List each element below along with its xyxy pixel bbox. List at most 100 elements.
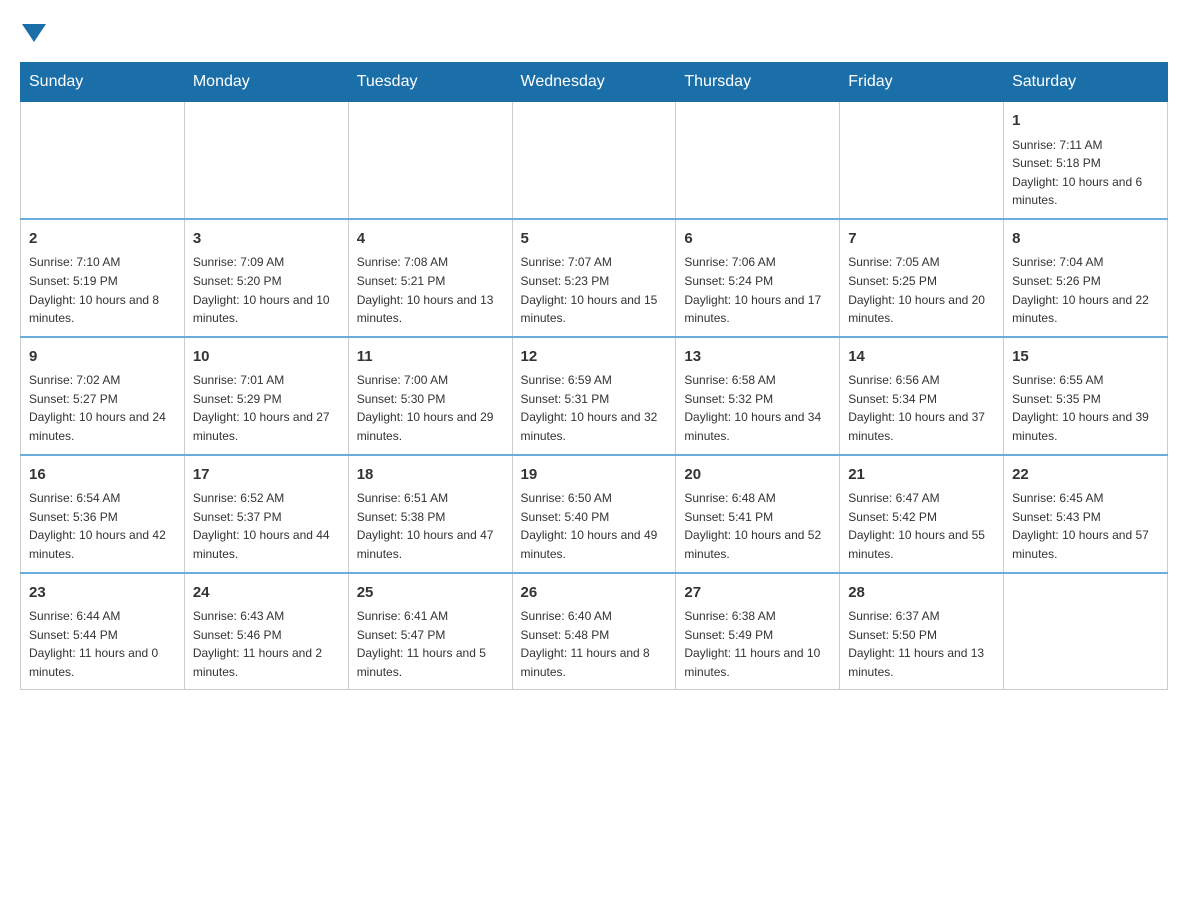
- day-info: Sunrise: 6:43 AM Sunset: 5:46 PM Dayligh…: [193, 607, 340, 681]
- day-number: 17: [193, 464, 340, 487]
- calendar-cell: [1004, 573, 1168, 690]
- day-number: 11: [357, 346, 504, 369]
- calendar-cell: [676, 102, 840, 219]
- calendar-cell: 25Sunrise: 6:41 AM Sunset: 5:47 PM Dayli…: [348, 573, 512, 690]
- calendar-cell: 1 Sunrise: 7:11 AM Sunset: 5:18 PM Daylig…: [1004, 102, 1168, 219]
- calendar-cell: [348, 102, 512, 219]
- calendar-cell: 20Sunrise: 6:48 AM Sunset: 5:41 PM Dayli…: [676, 455, 840, 573]
- calendar-cell: 12Sunrise: 6:59 AM Sunset: 5:31 PM Dayli…: [512, 337, 676, 455]
- week-row-1: 1 Sunrise: 7:11 AM Sunset: 5:18 PM Daylig…: [21, 102, 1168, 219]
- week-row-5: 23Sunrise: 6:44 AM Sunset: 5:44 PM Dayli…: [21, 573, 1168, 690]
- calendar-cell: 7Sunrise: 7:05 AM Sunset: 5:25 PM Daylig…: [840, 219, 1004, 337]
- day-number: 18: [357, 464, 504, 487]
- day-info: Sunrise: 7:06 AM Sunset: 5:24 PM Dayligh…: [684, 253, 831, 327]
- calendar-cell: 18Sunrise: 6:51 AM Sunset: 5:38 PM Dayli…: [348, 455, 512, 573]
- day-number: 28: [848, 582, 995, 605]
- calendar-cell: 8Sunrise: 7:04 AM Sunset: 5:26 PM Daylig…: [1004, 219, 1168, 337]
- logo-arrow-icon: [22, 24, 46, 42]
- day-info: Sunrise: 6:54 AM Sunset: 5:36 PM Dayligh…: [29, 489, 176, 563]
- day-info: Sunrise: 7:00 AM Sunset: 5:30 PM Dayligh…: [357, 371, 504, 445]
- calendar-cell: 9Sunrise: 7:02 AM Sunset: 5:27 PM Daylig…: [21, 337, 185, 455]
- day-info: Sunrise: 7:07 AM Sunset: 5:23 PM Dayligh…: [521, 253, 668, 327]
- day-number: 10: [193, 346, 340, 369]
- day-number: 13: [684, 346, 831, 369]
- day-info: Sunrise: 6:52 AM Sunset: 5:37 PM Dayligh…: [193, 489, 340, 563]
- day-info: Sunrise: 7:09 AM Sunset: 5:20 PM Dayligh…: [193, 253, 340, 327]
- day-number: 4: [357, 228, 504, 251]
- days-of-week-row: SundayMondayTuesdayWednesdayThursdayFrid…: [21, 63, 1168, 102]
- day-header-sunday: Sunday: [21, 63, 185, 102]
- day-number: 6: [684, 228, 831, 251]
- calendar-cell: 11Sunrise: 7:00 AM Sunset: 5:30 PM Dayli…: [348, 337, 512, 455]
- day-header-monday: Monday: [184, 63, 348, 102]
- calendar-cell: 27Sunrise: 6:38 AM Sunset: 5:49 PM Dayli…: [676, 573, 840, 690]
- calendar-cell: 2Sunrise: 7:10 AM Sunset: 5:19 PM Daylig…: [21, 219, 185, 337]
- day-info: Sunrise: 6:37 AM Sunset: 5:50 PM Dayligh…: [848, 607, 995, 681]
- day-number: 14: [848, 346, 995, 369]
- day-number: 1: [1012, 110, 1159, 133]
- day-number: 21: [848, 464, 995, 487]
- calendar-cell: 22Sunrise: 6:45 AM Sunset: 5:43 PM Dayli…: [1004, 455, 1168, 573]
- day-info: Sunrise: 6:41 AM Sunset: 5:47 PM Dayligh…: [357, 607, 504, 681]
- calendar-cell: 19Sunrise: 6:50 AM Sunset: 5:40 PM Dayli…: [512, 455, 676, 573]
- calendar-cell: 24Sunrise: 6:43 AM Sunset: 5:46 PM Dayli…: [184, 573, 348, 690]
- calendar-body: 1 Sunrise: 7:11 AM Sunset: 5:18 PM Daylig…: [21, 102, 1168, 690]
- day-number: 24: [193, 582, 340, 605]
- day-info: Sunrise: 6:44 AM Sunset: 5:44 PM Dayligh…: [29, 607, 176, 681]
- day-info: Sunrise: 7:08 AM Sunset: 5:21 PM Dayligh…: [357, 253, 504, 327]
- day-number: 2: [29, 228, 176, 251]
- day-number: 16: [29, 464, 176, 487]
- calendar-cell: 10Sunrise: 7:01 AM Sunset: 5:29 PM Dayli…: [184, 337, 348, 455]
- calendar-cell: 6Sunrise: 7:06 AM Sunset: 5:24 PM Daylig…: [676, 219, 840, 337]
- calendar-cell: [184, 102, 348, 219]
- calendar-cell: [512, 102, 676, 219]
- page-header: [20, 20, 1168, 42]
- day-number: 27: [684, 582, 831, 605]
- day-number: 22: [1012, 464, 1159, 487]
- calendar-cell: 13Sunrise: 6:58 AM Sunset: 5:32 PM Dayli…: [676, 337, 840, 455]
- calendar-cell: 15Sunrise: 6:55 AM Sunset: 5:35 PM Dayli…: [1004, 337, 1168, 455]
- day-number: 3: [193, 228, 340, 251]
- day-info: Sunrise: 6:56 AM Sunset: 5:34 PM Dayligh…: [848, 371, 995, 445]
- day-info: Sunrise: 6:47 AM Sunset: 5:42 PM Dayligh…: [848, 489, 995, 563]
- day-header-saturday: Saturday: [1004, 63, 1168, 102]
- day-number: 23: [29, 582, 176, 605]
- day-info: Sunrise: 7:11 AM Sunset: 5:18 PM Dayligh…: [1012, 136, 1159, 210]
- calendar-cell: [21, 102, 185, 219]
- calendar-cell: 5Sunrise: 7:07 AM Sunset: 5:23 PM Daylig…: [512, 219, 676, 337]
- week-row-4: 16Sunrise: 6:54 AM Sunset: 5:36 PM Dayli…: [21, 455, 1168, 573]
- calendar-cell: 3Sunrise: 7:09 AM Sunset: 5:20 PM Daylig…: [184, 219, 348, 337]
- day-info: Sunrise: 6:58 AM Sunset: 5:32 PM Dayligh…: [684, 371, 831, 445]
- week-row-2: 2Sunrise: 7:10 AM Sunset: 5:19 PM Daylig…: [21, 219, 1168, 337]
- day-info: Sunrise: 7:02 AM Sunset: 5:27 PM Dayligh…: [29, 371, 176, 445]
- calendar-table: SundayMondayTuesdayWednesdayThursdayFrid…: [20, 62, 1168, 690]
- calendar-cell: 28Sunrise: 6:37 AM Sunset: 5:50 PM Dayli…: [840, 573, 1004, 690]
- day-number: 20: [684, 464, 831, 487]
- day-info: Sunrise: 6:59 AM Sunset: 5:31 PM Dayligh…: [521, 371, 668, 445]
- day-info: Sunrise: 6:38 AM Sunset: 5:49 PM Dayligh…: [684, 607, 831, 681]
- day-number: 25: [357, 582, 504, 605]
- day-header-tuesday: Tuesday: [348, 63, 512, 102]
- calendar-cell: 21Sunrise: 6:47 AM Sunset: 5:42 PM Dayli…: [840, 455, 1004, 573]
- calendar-cell: 26Sunrise: 6:40 AM Sunset: 5:48 PM Dayli…: [512, 573, 676, 690]
- day-number: 15: [1012, 346, 1159, 369]
- day-info: Sunrise: 6:40 AM Sunset: 5:48 PM Dayligh…: [521, 607, 668, 681]
- day-info: Sunrise: 6:55 AM Sunset: 5:35 PM Dayligh…: [1012, 371, 1159, 445]
- calendar-cell: 4Sunrise: 7:08 AM Sunset: 5:21 PM Daylig…: [348, 219, 512, 337]
- day-header-thursday: Thursday: [676, 63, 840, 102]
- calendar-header: SundayMondayTuesdayWednesdayThursdayFrid…: [21, 63, 1168, 102]
- calendar-cell: [840, 102, 1004, 219]
- day-number: 19: [521, 464, 668, 487]
- day-header-friday: Friday: [840, 63, 1004, 102]
- day-number: 9: [29, 346, 176, 369]
- calendar-cell: 16Sunrise: 6:54 AM Sunset: 5:36 PM Dayli…: [21, 455, 185, 573]
- day-info: Sunrise: 6:50 AM Sunset: 5:40 PM Dayligh…: [521, 489, 668, 563]
- calendar-cell: 17Sunrise: 6:52 AM Sunset: 5:37 PM Dayli…: [184, 455, 348, 573]
- day-number: 8: [1012, 228, 1159, 251]
- day-info: Sunrise: 6:45 AM Sunset: 5:43 PM Dayligh…: [1012, 489, 1159, 563]
- day-info: Sunrise: 6:48 AM Sunset: 5:41 PM Dayligh…: [684, 489, 831, 563]
- day-number: 26: [521, 582, 668, 605]
- day-number: 5: [521, 228, 668, 251]
- logo: [20, 20, 46, 42]
- day-header-wednesday: Wednesday: [512, 63, 676, 102]
